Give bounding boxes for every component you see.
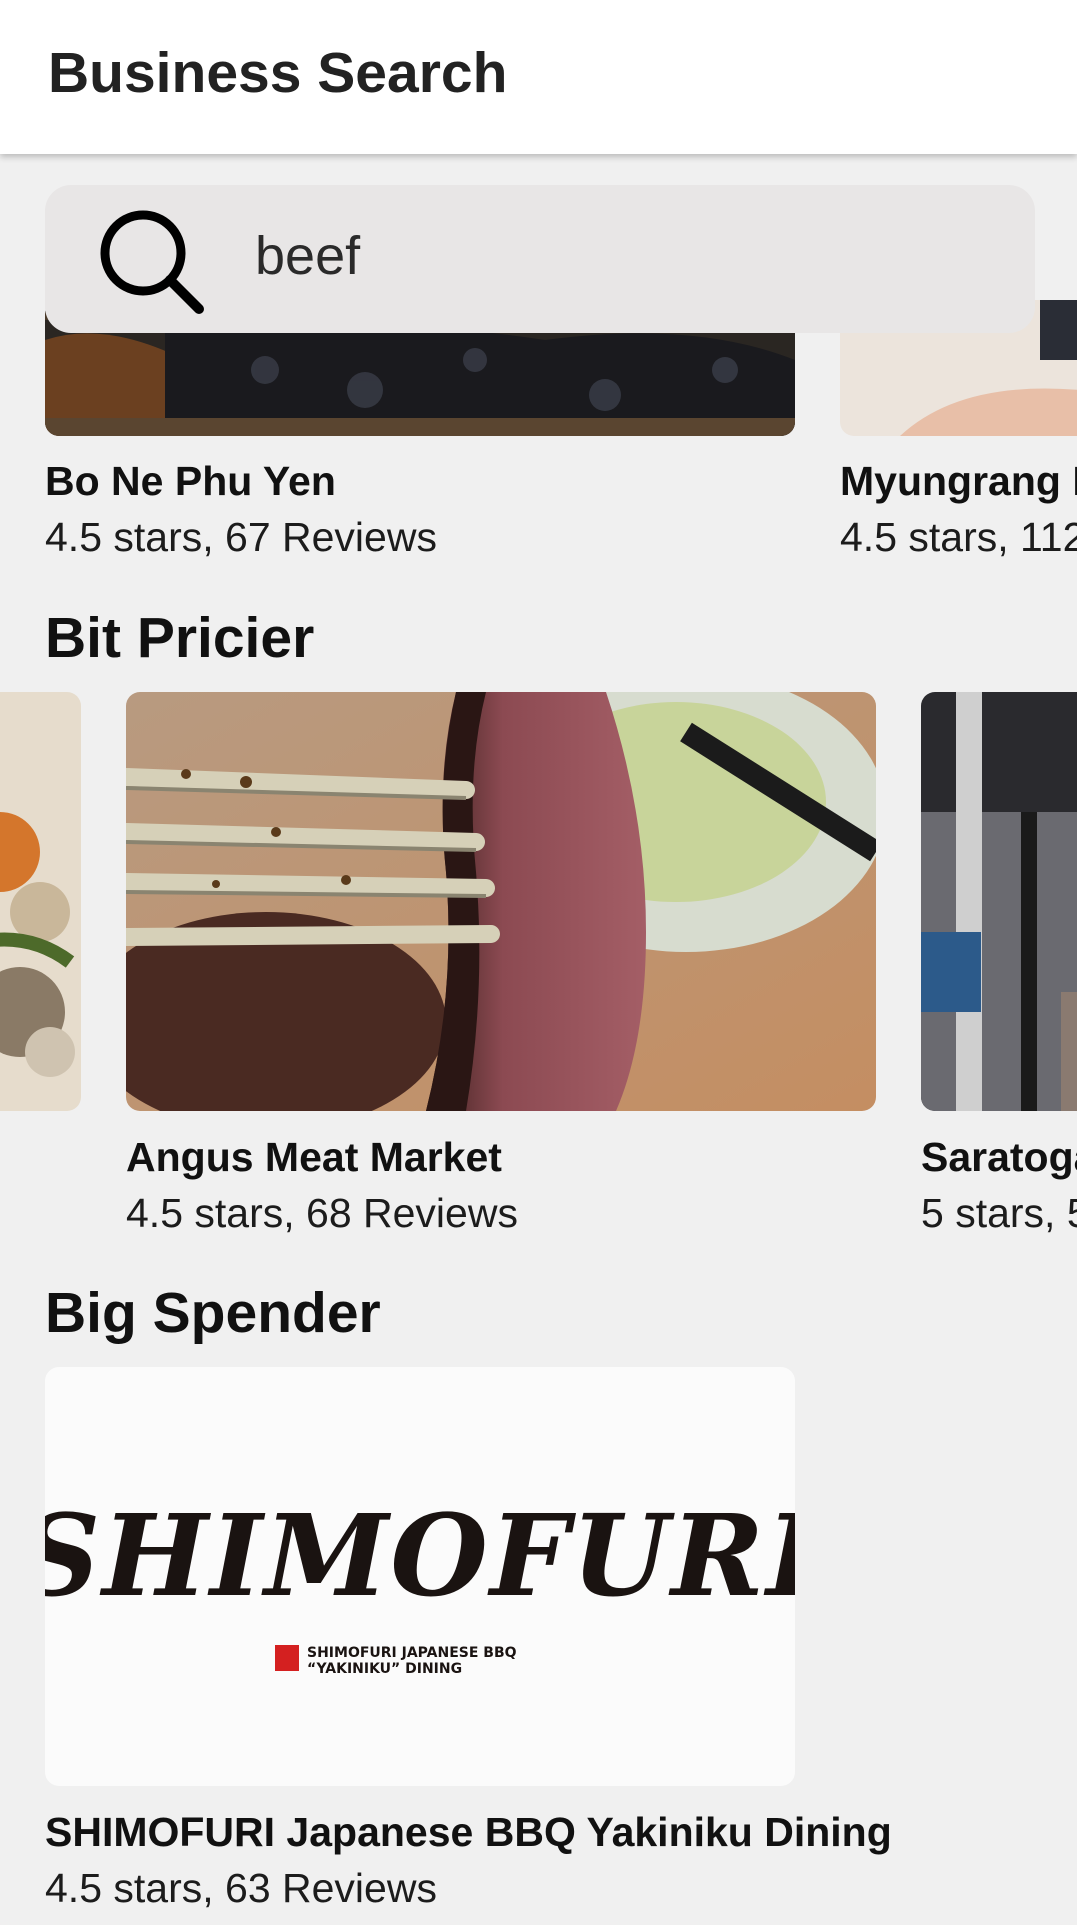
- business-photo: [921, 692, 1077, 1111]
- business-name: Bo Ne Phu Yen: [45, 458, 336, 504]
- logo-wordmark: SHIMOFURI: [45, 1491, 795, 1622]
- business-name: SHIMOFURI Japanese BBQ Yakiniku Dining: [45, 1809, 892, 1855]
- business-card[interactable]: Myungrang H 4.5 stars, 112: [840, 300, 1077, 570]
- business-name: Saratoga: [921, 1134, 1077, 1180]
- app-bar: Business Search: [0, 0, 1077, 154]
- app-title: Business Search: [48, 41, 508, 105]
- business-rating: 4.5 stars, 67 Reviews: [45, 514, 437, 560]
- logo-sub1: SHIMOFURI JAPANESE BBQ: [307, 1645, 517, 1661]
- business-card[interactable]: Bo Ne Phu Yen 4.5 stars, 67 Reviews: [45, 300, 795, 570]
- business-photo: [126, 692, 876, 1111]
- section-title-bit-pricier: Bit Pricier: [45, 606, 315, 670]
- business-card[interactable]: [0, 692, 81, 1112]
- business-rating: 4.5 stars, 63 Reviews: [45, 1865, 437, 1911]
- search-input[interactable]: beef: [255, 225, 360, 287]
- logo-sub2: “YAKINIKU” DINING: [307, 1661, 462, 1677]
- business-name: Myungrang H: [840, 458, 1077, 504]
- business-card[interactable]: Saratoga 5 stars, 5: [921, 692, 1077, 1236]
- search-icon[interactable]: [97, 207, 207, 317]
- business-card[interactable]: Angus Meat Market 4.5 stars, 68 Reviews: [126, 692, 876, 1236]
- business-name: Angus Meat Market: [126, 1134, 502, 1180]
- business-rating: 4.5 stars, 112: [840, 514, 1077, 560]
- business-rating: 4.5 stars, 68 Reviews: [126, 1190, 518, 1236]
- search-bar[interactable]: beef: [45, 185, 1035, 333]
- business-rating: 5 stars, 5: [921, 1190, 1077, 1236]
- business-logo-image: SHIMOFURI SHIMOFURI JAPANESE BBQ “YAKINI…: [45, 1367, 795, 1786]
- section-title-big-spender: Big Spender: [45, 1281, 381, 1345]
- business-photo: [0, 692, 81, 1111]
- business-card[interactable]: SHIMOFURI SHIMOFURI JAPANESE BBQ “YAKINI…: [45, 1367, 945, 1911]
